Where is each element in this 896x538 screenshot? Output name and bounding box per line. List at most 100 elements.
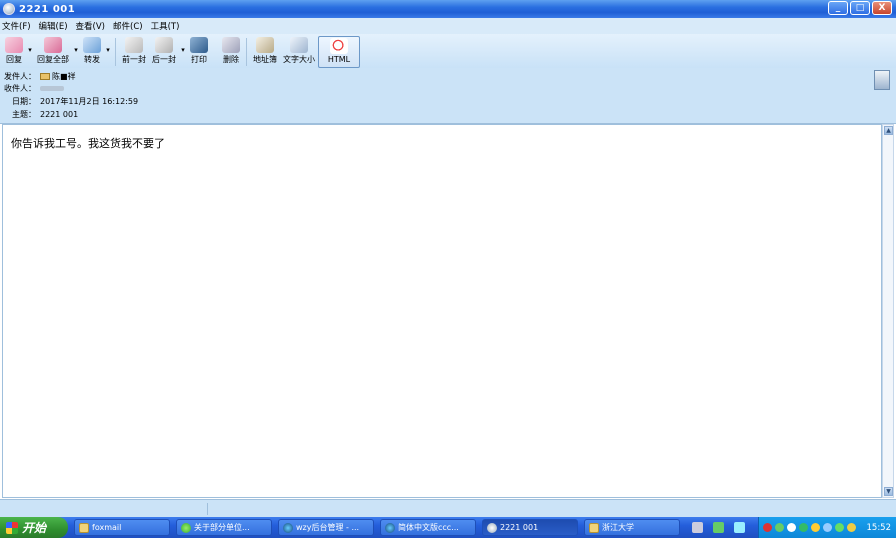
forward-label: 转发 [84,55,100,64]
magnifier-icon [330,38,348,54]
status-bar [0,499,896,517]
folder-icon [79,522,89,533]
font-size-icon [290,37,308,53]
reply-all-icon [44,37,62,53]
task-button-admin[interactable]: wzy后台管理 - ... [278,519,374,536]
message-body[interactable]: 你告诉我工号。我这货我不要了 [2,124,882,498]
folder-icon [589,522,599,533]
font-size-label: 文字大小 [283,55,315,64]
subject-value: 2221 001 [40,109,79,119]
task-label: 2221 001 [500,523,539,532]
task-label: wzy后台管理 - ... [296,523,360,532]
scroll-down-icon[interactable]: ▼ [884,487,893,496]
menu-view[interactable]: 查看(V) [76,20,105,32]
forward-icon [83,37,101,53]
next-dropdown-arrow-icon[interactable]: ▾ [179,46,187,54]
previous-message-button[interactable]: 前一封 [119,36,149,68]
minimize-button[interactable]: _ [828,1,848,15]
ie-icon [385,522,395,533]
print-label: 打印 [191,55,207,64]
foxmail-app-icon[interactable] [3,3,15,15]
tray-app-icon[interactable] [799,523,808,532]
printer-icon [190,37,208,53]
message-header: 发件人： 陈■祥 收件人： 日期： 2017年11月2日 16:12:59 主题… [0,68,896,124]
task-label: 简体中文版ccc... [398,523,459,532]
reply-icon [5,37,23,53]
task-label: 浙江大学 [602,523,634,532]
task-button-ccc[interactable]: 简体中文版ccc... [380,519,476,536]
reply-button[interactable]: 回复 [2,36,26,68]
tray-app-icon[interactable] [835,523,844,532]
vertical-scrollbar[interactable]: ▲ ▼ [882,124,894,498]
next-message-label: 后一封 [152,55,176,64]
trash-icon [222,37,240,53]
task-button-notice[interactable]: 关于部分单位... [176,519,272,536]
quick-launch [692,522,745,533]
to-value[interactable] [40,84,64,93]
html-view-label: HTML [327,55,351,64]
menu-mail[interactable]: 邮件(C) [113,20,143,32]
task-button-mail[interactable]: 2221 001 [482,519,578,536]
tray-app-icon[interactable] [823,523,832,532]
toolbar-separator [115,38,116,66]
scroll-up-icon[interactable]: ▲ [884,126,893,135]
date-value: 2017年11月2日 16:12:59 [40,96,139,106]
html-view-button[interactable]: HTML [318,36,360,68]
forward-dropdown-arrow-icon[interactable]: ▾ [104,46,112,54]
tray-app-icon[interactable] [763,523,772,532]
task-label: 关于部分单位... [194,523,250,532]
to-label: 收件人： [4,83,36,93]
task-button-zju[interactable]: 浙江大学 [584,519,680,536]
menu-edit[interactable]: 编辑(E) [39,20,68,32]
reply-all-label: 回复全部 [37,55,69,64]
date-row: 日期： 2017年11月2日 16:12:59 [0,95,138,107]
tray-app-icon[interactable] [787,523,796,532]
clock[interactable]: 15:52 [867,523,892,533]
forward-button[interactable]: 转发 [80,36,104,68]
wifi-icon[interactable] [734,522,745,533]
previous-message-label: 前一封 [122,55,146,64]
subject-row: 主题： 2221 001 [0,108,78,120]
sender-info-icon[interactable] [874,70,890,90]
sender-name: 陈■祥 [52,71,76,81]
print-button[interactable]: 打印 [187,36,211,68]
status-divider [207,503,208,515]
subject-label: 主题： [12,109,36,119]
windows-flag-icon [6,521,18,534]
from-row: 发件人： 陈■祥 [0,70,76,82]
reply-dropdown-arrow-icon[interactable]: ▾ [26,46,34,54]
taskbar: 开始 foxmail 关于部分单位... wzy后台管理 - ... 简体中文版… [0,517,896,538]
mail-icon [487,522,497,533]
menu-file[interactable]: 文件(F) [2,20,31,32]
to-row: 收件人： [0,82,64,94]
keyboard-icon[interactable] [692,522,703,533]
next-message-icon [155,37,173,53]
shield-icon[interactable] [811,523,820,532]
start-label: 开始 [22,521,47,535]
font-size-button[interactable]: 文字大小 [280,36,318,68]
close-button[interactable]: X [872,1,892,15]
window-title: 2221 001 [19,3,76,15]
from-value[interactable]: 陈■祥 [40,71,76,82]
menu-tools[interactable]: 工具(T) [151,20,180,32]
reply-all-button[interactable]: 回复全部 [34,36,72,68]
date-label: 日期： [12,96,36,106]
maximize-button[interactable]: □ [850,1,870,15]
reply-label: 回复 [6,55,22,64]
from-label: 发件人： [4,71,36,81]
toolbar: 回复 ▾ 回复全部 ▾ 转发 ▾ 前一封 后一封 ▾ 打印 删除 地址簿 文字大… [0,34,896,68]
tray-app-icon[interactable] [775,523,784,532]
start-button[interactable]: 开始 [0,517,68,538]
task-button-foxmail[interactable]: foxmail [74,519,170,536]
pen-icon[interactable] [713,522,724,533]
contact-card-icon [40,72,50,80]
toolbar-separator [246,38,247,66]
delete-button[interactable]: 删除 [219,36,243,68]
task-label: foxmail [92,523,122,532]
address-book-button[interactable]: 地址簿 [250,36,280,68]
reply-all-dropdown-arrow-icon[interactable]: ▾ [72,46,80,54]
window-controls: _ □ X [828,1,892,15]
tray-app-icon[interactable] [847,523,856,532]
previous-message-icon [125,37,143,53]
next-message-button[interactable]: 后一封 [149,36,179,68]
